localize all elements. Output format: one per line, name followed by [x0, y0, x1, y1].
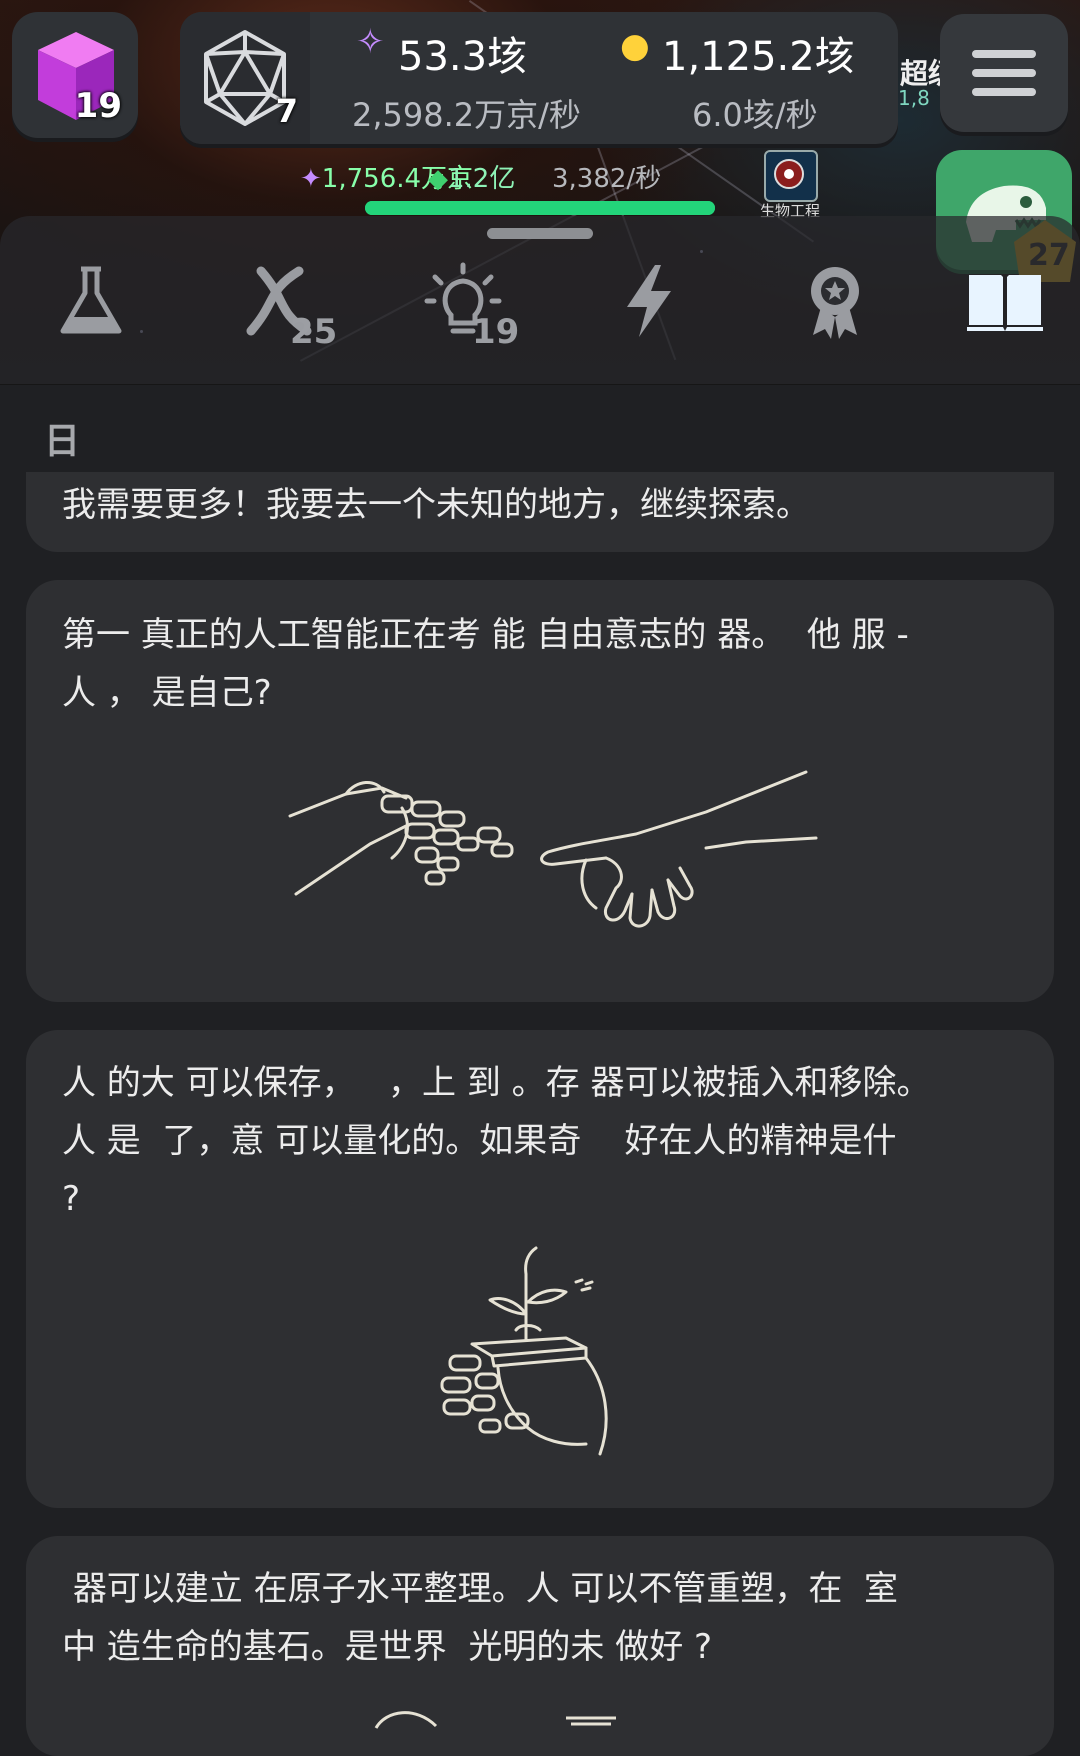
- gem-value: 1.2亿: [448, 164, 516, 194]
- tab-achievements[interactable]: [780, 256, 890, 366]
- progress-fill: [365, 201, 715, 215]
- tab-energy[interactable]: [594, 256, 704, 366]
- menu-button[interactable]: [940, 14, 1068, 132]
- side-sub: 1,8: [898, 86, 930, 110]
- menu-icon: [972, 50, 1036, 58]
- gem-rate: 3,382/秒: [552, 164, 662, 194]
- tab-lab[interactable]: [36, 256, 146, 366]
- gem-stat: ◆1.2亿: [428, 158, 515, 195]
- cube-level: 19: [74, 86, 122, 126]
- resource1-value: 53.3垓: [398, 34, 528, 80]
- journal-entry-text: 我需要更多！我要去一个未知的地方，继续探索。: [62, 485, 810, 525]
- section-title: 日: [44, 421, 81, 462]
- resource1-rate: 2,598.2万京/秒: [352, 96, 581, 134]
- d20-level: 7: [275, 92, 298, 130]
- resource2-value: 1,125.2垓: [662, 34, 855, 80]
- progress-bar: [365, 201, 715, 215]
- drag-handle[interactable]: [487, 228, 593, 239]
- tab-dna[interactable]: 25: [222, 256, 337, 366]
- journal-entry-text: 人 的大 可以保存， ，上 到 。存 器可以被插入和移除。 人 是 了，意 可以…: [62, 1063, 931, 1219]
- bioengineering-icon[interactable]: [764, 150, 818, 202]
- journal-entry-text: 第一 真正的人工智能正在考 能 自由意志的 器。 他 服 - 人 ， 是自己?: [62, 615, 909, 713]
- atom-icon: ✧: [356, 22, 385, 62]
- journal-entry: 人 的大 可以保存， ，上 到 。存 器可以被插入和移除。 人 是 了，意 可以…: [26, 1030, 1054, 1508]
- resource2-rate: 6.0垓/秒: [692, 96, 818, 134]
- book-icon: [967, 275, 1043, 331]
- d20-button[interactable]: 7: [180, 12, 310, 144]
- partial-illustration: [374, 1711, 616, 1729]
- lightbulb-icon: ●: [620, 26, 650, 66]
- tab-bar: 25 19: [0, 216, 1080, 384]
- flask-icon: [60, 266, 122, 334]
- journal-entry: 我需要更多！我要去一个未知的地方，继续探索。: [26, 472, 1054, 552]
- medal-icon: [811, 267, 859, 339]
- journal-entry: 第一 真正的人工智能正在考 能 自由意志的 器。 他 服 - 人 ， 是自己?: [26, 580, 1054, 1002]
- lightning-icon: [627, 265, 671, 337]
- tab-journal[interactable]: [950, 256, 1060, 366]
- journal-entry-text: 器可以建立 在原子水平整理。人 可以不管重塑，在 室 中 造生命的基石。是世界 …: [62, 1569, 899, 1667]
- robot-hand-sprout-illustration: [440, 1246, 608, 1456]
- idea-count: 19: [472, 312, 520, 352]
- cube-button[interactable]: 19: [12, 12, 138, 138]
- journal-entry: 器可以建立 在原子水平整理。人 可以不管重塑，在 室 中 造生命的基石。是世界 …: [26, 1536, 1054, 1756]
- gem-icon: ◆: [428, 164, 448, 194]
- dna-count: 25: [290, 312, 338, 352]
- creation-hands-illustration: [288, 770, 818, 928]
- tab-idea[interactable]: 19: [408, 256, 520, 366]
- resource-panel[interactable]: 7 ✧ 53.3垓 2,598.2万京/秒 ● 1,125.2垓 6.0垓/秒: [180, 12, 898, 144]
